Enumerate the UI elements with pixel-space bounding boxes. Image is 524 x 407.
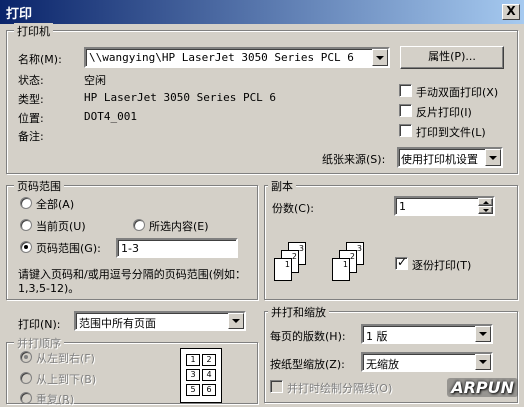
top-to-bottom-radio[interactable] [20,372,32,384]
comment-label: 备注: [18,130,44,143]
copies-group-label: 副本 [268,178,296,194]
copies-count-label: 份数(C): [272,202,314,215]
printer-name-label: 名称(M): [18,53,62,66]
print-what-value: 范围中所有页面 [79,317,156,330]
left-to-right-label[interactable]: 从左到右(F) [36,350,95,366]
status-value: 空闲 [84,74,106,87]
order-grid-icon: 1 2 3 4 5 6 [180,348,222,403]
print-to-file-label[interactable]: 打印到文件(L) [416,124,486,140]
dropdown-arrow-icon[interactable] [372,49,388,66]
zoom-group-label: 并打和缩放 [268,304,329,320]
printer-name-value: \\wangying\HP LaserJet 3050 Series PCL 6 [89,51,354,64]
title-bar: 打印 [0,0,524,24]
type-label: 类型: [18,93,44,106]
type-value: HP LaserJet 3050 Series PCL 6 [84,91,277,104]
location-label: 位置: [18,112,44,125]
collate-pages-icon: 3 2 1 [330,240,370,290]
all-pages-radio[interactable] [20,197,32,209]
page-range-hint: 请键入页码和/或用逗号分隔的页码范围(例如：1,3,5-12)。 [18,268,246,295]
collate-label[interactable]: 逐份打印(T) [412,257,471,273]
selection-label[interactable]: 所选内容(E) [149,218,209,234]
manual-duplex-checkbox[interactable] [399,84,412,97]
draw-borders-checkbox[interactable] [270,380,283,393]
page-range-value: 1-3 [121,242,139,255]
status-label: 状态: [18,74,44,87]
collate-pages-icon: 3 2 1 [272,240,312,290]
order-group-label: 并打顺序 [14,335,64,351]
spin-down-icon[interactable] [478,206,493,214]
selection-radio[interactable] [133,219,145,231]
properties-button[interactable]: 属性(P)... [400,46,504,69]
repeat-label[interactable]: 重复(R) [36,391,74,407]
dropdown-arrow-icon[interactable] [475,354,491,370]
all-pages-label[interactable]: 全部(A) [36,196,74,212]
scale-label: 按纸型缩放(Z): [270,358,345,371]
current-page-radio[interactable] [20,219,32,231]
paper-source-select[interactable]: 使用打印机设置 [397,147,503,168]
pages-per-sheet-value: 1 版 [366,330,388,343]
watermark-logo: ARPUN [447,378,518,397]
manual-duplex-label[interactable]: 手动双面打印(X) [416,84,498,100]
pages-per-sheet-select[interactable]: 1 版 [361,324,493,344]
pages-per-sheet-label: 每页的版数(H): [270,330,346,343]
scale-select[interactable]: 无缩放 [361,352,493,372]
copies-count-spinner[interactable]: 1 [394,196,495,216]
repeat-radio[interactable] [20,392,32,404]
dropdown-arrow-icon[interactable] [228,313,244,329]
printer-group-label: 打印机 [14,23,53,39]
window-title: 打印 [6,7,33,22]
print-what-select[interactable]: 范围中所有页面 [74,311,246,331]
page-range-label[interactable]: 页码范围(G): [36,240,101,256]
scale-value: 无缩放 [366,358,399,371]
page-range-input[interactable]: 1-3 [116,238,238,258]
top-to-bottom-label[interactable]: 从上到下(B) [36,371,96,387]
reverse-print-label[interactable]: 反片打印(I) [416,104,472,120]
print-to-file-checkbox[interactable] [399,124,412,137]
left-to-right-radio[interactable] [20,351,32,363]
paper-source-value: 使用打印机设置 [401,153,478,166]
printer-name-select[interactable]: \\wangying\HP LaserJet 3050 Series PCL 6 [84,47,390,68]
reverse-print-checkbox[interactable] [399,104,412,117]
paper-source-label: 纸张来源(S): [322,153,386,166]
dropdown-arrow-icon[interactable] [475,326,491,342]
print-what-label: 打印(N): [18,318,61,331]
draw-borders-label[interactable]: 并打时绘制分隔线(O) [287,380,392,396]
collate-checkbox[interactable] [395,255,408,270]
page-range-group-label: 页码范围 [14,178,64,194]
close-icon[interactable]: X [502,4,520,20]
location-value: DOT4_001 [84,110,137,123]
page-range-radio[interactable] [20,241,32,253]
dropdown-arrow-icon[interactable] [485,149,501,166]
current-page-label[interactable]: 当前页(U) [36,218,86,234]
copies-count-value: 1 [399,200,406,213]
spin-up-icon[interactable] [478,198,493,206]
